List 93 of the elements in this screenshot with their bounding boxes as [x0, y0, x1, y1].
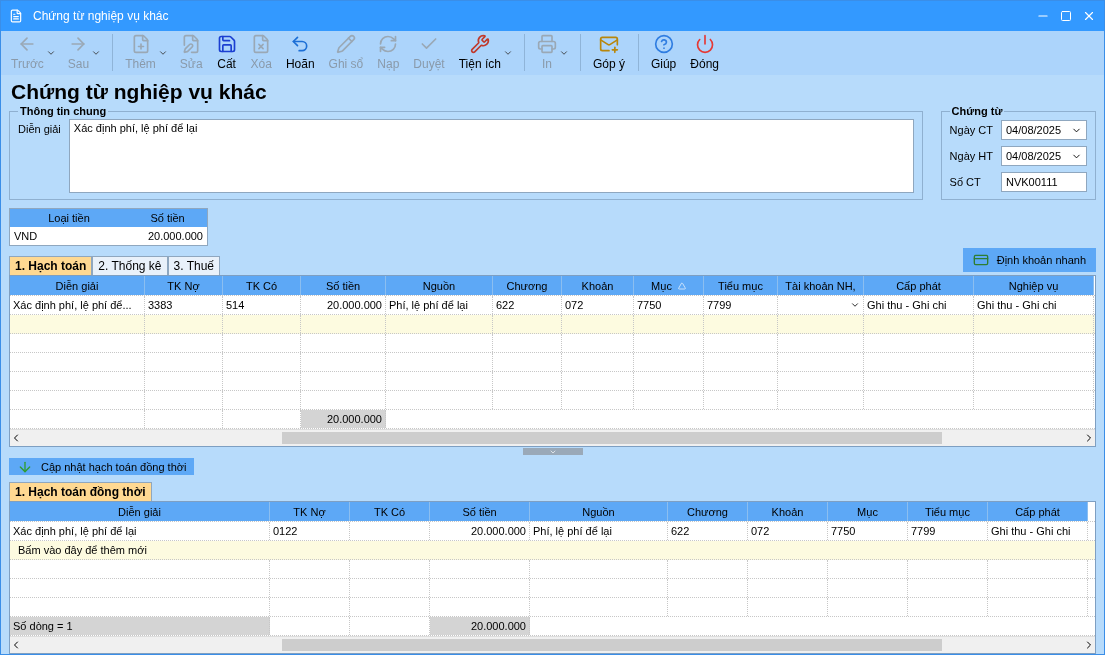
refresh-icon: [378, 34, 399, 54]
window-title: Chứng từ nghiệp vụ khác: [33, 9, 170, 23]
description-field[interactable]: Xác định phí, lệ phí để lại: [68, 119, 914, 193]
add-row-hint[interactable]: Bấm vào đây để thêm mới: [10, 541, 155, 559]
group-title: Thông tin chung: [19, 105, 108, 117]
field-label: Diễn giải: [18, 122, 61, 137]
card-icon: [972, 252, 989, 268]
table-cell: Xác định phí, lệ phí để lại: [10, 522, 270, 540]
column-header[interactable]: Chương: [668, 502, 748, 521]
tab[interactable]: 2. Thống kê: [92, 256, 168, 275]
column-header[interactable]: Chương: [493, 276, 562, 295]
column-header[interactable]: Cấp phát: [988, 502, 1088, 521]
app-icon: [9, 9, 23, 23]
toolbar-button[interactable]: Cất: [210, 34, 243, 71]
table-cell: 0122: [270, 522, 350, 540]
quick-entry-button[interactable]: Định khoản nhanh: [962, 248, 1096, 272]
table-cell: 7799: [908, 522, 988, 540]
table-cell: 7750: [828, 522, 908, 540]
column-header[interactable]: Tiểu mục: [908, 502, 988, 521]
table-cell: VND: [10, 227, 128, 245]
tab[interactable]: 1. Hạch toán: [9, 256, 93, 275]
summary-cell: Số dòng = 1: [10, 617, 270, 635]
toolbar-button[interactable]: Giúp: [637, 34, 683, 71]
date-field[interactable]: 04/08/2025: [1001, 146, 1087, 166]
printer-icon: [536, 34, 557, 54]
table-cell: Xác định phí, lệ phí để...: [10, 296, 145, 314]
edit-document-icon: [181, 34, 202, 54]
pencil-icon: [335, 34, 356, 54]
field-label: Ngày CT: [949, 124, 993, 136]
table-cell: 622: [668, 522, 748, 540]
date-field[interactable]: 04/08/2025: [1001, 120, 1087, 140]
table-cell: 072: [748, 522, 828, 540]
column-header[interactable]: Số tiền: [301, 276, 386, 295]
column-header[interactable]: Diễn giải: [10, 276, 145, 295]
column-header[interactable]: Mục: [828, 502, 908, 521]
update-button[interactable]: Cập nhật hạch toán đồng thời: [9, 458, 195, 475]
toolbar-button[interactable]: Đóng: [684, 34, 725, 71]
column-header: Loại tiền: [10, 209, 128, 227]
column-header[interactable]: TK Nợ: [145, 276, 223, 295]
horizontal-scrollbar[interactable]: [10, 636, 1095, 653]
column-header[interactable]: TK Có: [223, 276, 301, 295]
table-cell: 20.000.000: [430, 522, 530, 540]
column-header[interactable]: TK Nợ: [270, 502, 350, 521]
table-cell: 7799: [704, 296, 778, 314]
close-icon[interactable]: [1082, 9, 1096, 23]
table-cell: Ghi thu - Ghi chi: [988, 522, 1088, 540]
column-header[interactable]: TK Có: [350, 502, 430, 521]
grid-row[interactable]: Xác định phí, lệ phí để... 3383 514 20.000.000 Phí, lệ phí để lại 622 072 7750 7799 Ghi thu - Ghi chi Ghi thu - Ghi chi: [10, 296, 1095, 315]
column-header[interactable]: Khoản: [562, 276, 634, 295]
table-cell: Phí, lệ phí để lại: [386, 296, 493, 314]
group-title: Chứng từ: [950, 105, 1004, 117]
power-icon: [694, 34, 715, 54]
column-header[interactable]: Số tiền: [430, 502, 530, 521]
table-cell: 3383: [145, 296, 223, 314]
summary-cell: 20.000.000: [430, 617, 530, 635]
column-header[interactable]: Nghiệp vụ: [974, 276, 1094, 295]
field-label: Ngày HT: [949, 150, 993, 162]
page-heading: Chứng từ nghiệp vụ khác: [10, 79, 268, 105]
help-icon: [653, 34, 674, 54]
table-cell: 20.000.000: [128, 227, 207, 245]
tab[interactable]: 3. Thuế: [167, 256, 220, 275]
toolbar-button[interactable]: Góp ý: [579, 34, 631, 71]
table-cell: 7750: [634, 296, 704, 314]
table-cell: Phí, lệ phí để lại: [530, 522, 668, 540]
table-cell: 514: [223, 296, 301, 314]
maximize-icon[interactable]: [1060, 10, 1072, 22]
toolbar-button[interactable]: Tiện ích: [452, 34, 517, 71]
tab[interactable]: 1. Hạch toán đồng thời: [9, 482, 152, 501]
column-header: Số tiền: [128, 209, 207, 227]
horizontal-scrollbar[interactable]: [10, 429, 1095, 446]
column-header[interactable]: Khoản: [748, 502, 828, 521]
column-header[interactable]: Nguồn: [530, 502, 668, 521]
envelope-icon: [598, 34, 619, 54]
table-cell: 072: [562, 296, 634, 314]
toolbar-button[interactable]: Hoãn: [279, 34, 321, 71]
column-header[interactable]: Mục: [634, 276, 704, 295]
table-cell: 20.000.000: [301, 296, 386, 314]
input-field[interactable]: NVK00111: [1001, 172, 1087, 192]
column-header[interactable]: Tiểu mục: [704, 276, 778, 295]
summary-cell: 20.000.000: [301, 410, 386, 428]
grid-row[interactable]: Xác định phí, lệ phí để lại 0122 20.000.000 Phí, lệ phí để lại 622 072 7750 7799 Ghi thu - Ghi chi: [10, 522, 1095, 541]
column-header[interactable]: Nguồn: [386, 276, 493, 295]
dropdown-caret-icon[interactable]: [850, 300, 860, 310]
table-cell: 622: [493, 296, 562, 314]
column-header[interactable]: Diễn giải: [10, 502, 270, 521]
column-header[interactable]: Tài khoản NH,: [778, 276, 864, 295]
tools-icon: [469, 34, 490, 54]
splitter-handle[interactable]: [522, 448, 583, 455]
table-cell: Ghi thu - Ghi chi: [974, 296, 1094, 314]
column-header[interactable]: Cấp phát: [864, 276, 974, 295]
table-cell: Ghi thu - Ghi chi: [864, 296, 974, 314]
field-label: Số CT: [949, 176, 982, 188]
save-icon: [216, 34, 237, 54]
